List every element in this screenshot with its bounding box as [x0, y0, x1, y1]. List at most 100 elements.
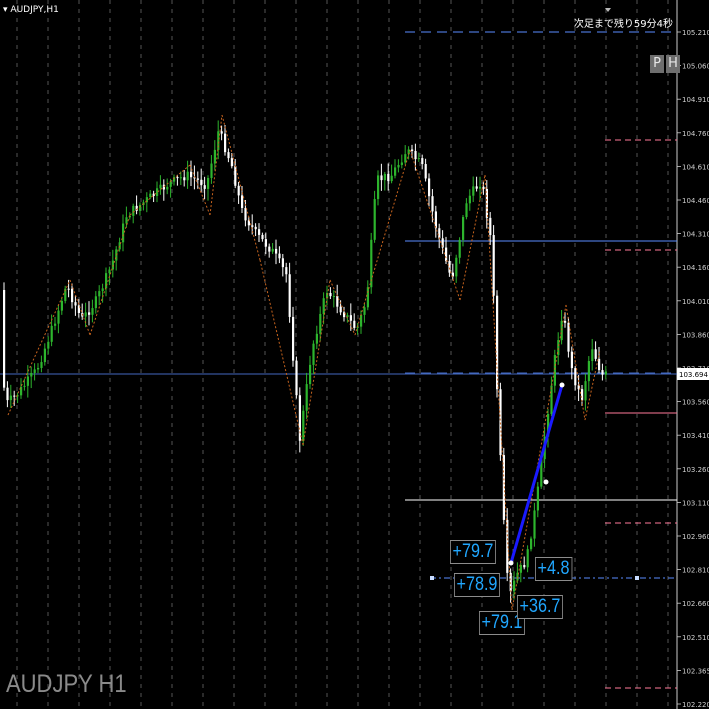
candle-body: [227, 152, 230, 159]
candle-body: [237, 185, 240, 196]
trend-line[interactable]: [509, 384, 564, 564]
candle-body: [159, 184, 162, 189]
candle-body: [492, 235, 495, 296]
p-button[interactable]: P: [650, 55, 664, 73]
candle-body: [285, 267, 288, 275]
candle-body: [295, 360, 298, 396]
level-anchor-right[interactable]: [635, 576, 639, 580]
candle-body: [60, 300, 63, 311]
candle-body: [224, 133, 227, 153]
candle-body: [37, 367, 40, 370]
candle-body: [431, 196, 434, 212]
zigzag-segment: [259, 259, 304, 446]
trend-line-anchor-mid[interactable]: [543, 479, 549, 485]
candle-body: [234, 166, 237, 186]
pip-label-1[interactable]: +79.7: [450, 540, 496, 564]
zigzag-segment: [69, 279, 91, 336]
price-tick-label: 102.510: [682, 634, 709, 642]
candle-body: [598, 358, 601, 371]
candle-body: [424, 164, 427, 179]
price-tick-label: 103.260: [682, 466, 709, 474]
candle-body: [468, 195, 471, 204]
candle-body: [94, 296, 97, 309]
price-tick-label: 104.760: [682, 130, 709, 138]
price-tick-label: 104.610: [682, 163, 709, 171]
candle-body: [33, 369, 36, 373]
zigzag-segment: [302, 279, 331, 446]
candle-body: [261, 234, 264, 240]
candle-body: [190, 171, 193, 178]
candle-body: [553, 355, 556, 386]
candle-body: [315, 333, 318, 344]
candle-body: [40, 362, 43, 368]
candle-body: [530, 538, 533, 550]
candle-body: [513, 580, 516, 592]
candle-body: [166, 186, 169, 190]
candle-body: [50, 325, 53, 342]
candle-body: [584, 381, 587, 401]
price-tick-label: 102.220: [682, 701, 709, 709]
trend-line-anchor-end[interactable]: [559, 382, 565, 388]
candle-body: [390, 175, 393, 182]
candle-body: [445, 247, 448, 261]
candle-body: [26, 376, 29, 386]
candle-body: [417, 158, 420, 160]
candle-body: [587, 361, 590, 382]
candle-body: [241, 195, 244, 208]
candle-body: [536, 486, 539, 511]
candle-body: [298, 395, 301, 441]
pip-label-5[interactable]: +4.8: [535, 557, 572, 581]
candle-body: [169, 181, 172, 187]
candle-body: [567, 322, 570, 352]
candle-body: [105, 273, 108, 289]
price-chart[interactable]: 105.210 105.060 104.910 104.760 104.610 104.4…: [0, 0, 709, 709]
candle-body: [455, 257, 458, 277]
candle-body: [258, 229, 261, 235]
candle-body: [458, 239, 461, 258]
candle-body: [411, 149, 414, 151]
candle-body: [98, 291, 101, 297]
candle-body: [428, 178, 431, 197]
candle-body: [30, 372, 33, 377]
price-tick-label: 102.810: [682, 567, 709, 575]
trend-line-anchor-start[interactable]: [508, 560, 514, 566]
candle-body: [207, 177, 210, 189]
candle-body: [570, 351, 573, 369]
candle-body: [57, 310, 60, 324]
candle-body: [400, 162, 403, 165]
candle-body: [322, 298, 325, 314]
candle-body: [91, 308, 94, 315]
candle-body: [472, 186, 475, 196]
price-tick-label: 103.410: [682, 432, 709, 440]
candle-body: [462, 217, 465, 240]
candle-body: [125, 217, 128, 224]
pip-label-2[interactable]: +78.9: [454, 573, 500, 597]
candle-body: [162, 184, 165, 190]
price-tick-label: 103.860: [682, 331, 709, 339]
level-anchor-left[interactable]: [430, 576, 434, 580]
candle-body: [349, 315, 352, 321]
candle-body: [526, 549, 529, 568]
symbol-watermark: AUDJPY H1: [6, 670, 127, 698]
candle-body: [71, 288, 74, 303]
candle-body: [329, 292, 332, 297]
candle-body: [271, 248, 274, 252]
candle-body: [581, 389, 584, 401]
candle-body: [336, 296, 339, 307]
candle-body: [309, 364, 312, 385]
candle-body: [139, 204, 142, 211]
zigzag-segment: [221, 114, 261, 261]
candle-body: [88, 312, 91, 315]
pip-label-4[interactable]: +36.7: [517, 595, 563, 619]
candle-body: [230, 158, 233, 167]
candle-body: [268, 246, 271, 252]
chart-window[interactable]: 105.210 105.060 104.910 104.760 104.610 104.4…: [0, 0, 709, 709]
candle-body: [421, 158, 424, 165]
collapse-arrow-icon[interactable]: ▾: [3, 5, 8, 15]
candle-body: [332, 296, 335, 298]
candle-body: [339, 306, 342, 313]
candle-body: [366, 287, 369, 308]
price-tick-label: 104.460: [682, 197, 709, 205]
h-button[interactable]: H: [666, 55, 680, 73]
candle-body: [380, 175, 383, 181]
